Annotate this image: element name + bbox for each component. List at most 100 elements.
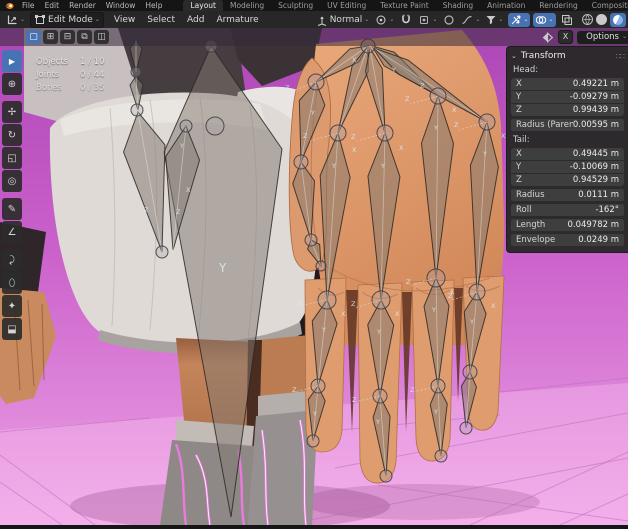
tab-uv-editing[interactable]: UV Editing: [320, 0, 373, 11]
tool-scale[interactable]: ◱: [2, 147, 22, 169]
snap-toggle[interactable]: [397, 13, 415, 27]
tab-rendering[interactable]: Rendering: [532, 0, 584, 11]
chevron-down-icon: ⌄: [20, 17, 25, 23]
mirror-icon[interactable]: [541, 31, 554, 44]
menu-render[interactable]: Render: [64, 0, 101, 11]
select-mode-intersect[interactable]: ◫: [94, 30, 109, 44]
gizmos-toggle[interactable]: ⌄: [508, 13, 530, 27]
svg-text:X: X: [399, 144, 404, 152]
svg-text:X: X: [352, 56, 357, 64]
select-mode-difference[interactable]: ⧉: [77, 30, 92, 44]
tab-texture-paint[interactable]: Texture Paint: [373, 0, 435, 11]
mode-label: Edit Mode: [48, 15, 93, 25]
tool-move[interactable]: ✢: [2, 101, 22, 123]
editor-type-selector[interactable]: ⌄: [3, 13, 28, 27]
tool-shelf: ▶ ⊕ ✢ ↻ ◱ ◎ ✎ ∠ ⤸ ⬯ ✦ ⬓: [2, 50, 22, 340]
menu-armature[interactable]: Armature: [210, 15, 264, 25]
svg-text:Y: Y: [375, 418, 380, 426]
tool-bone-roll[interactable]: ⤸: [2, 249, 22, 271]
head-x-field[interactable]: X0.49221 m: [511, 78, 624, 90]
blender-logo-icon: [4, 2, 14, 10]
tool-annotate[interactable]: ✎: [2, 198, 22, 220]
tool-cursor[interactable]: ⊕: [2, 73, 22, 95]
tail-section-label: Tail:: [513, 135, 624, 146]
tail-radius-field[interactable]: Radius0.0111 m: [511, 189, 624, 201]
scene-statistics: Objects1 / 10 Joints0 / 44 Bones0 / 35: [36, 56, 105, 95]
svg-text:Y: Y: [469, 318, 474, 326]
mirror-x-toggle[interactable]: X: [558, 30, 573, 44]
tool-bone-size[interactable]: ✦: [2, 295, 22, 317]
svg-text:Y: Y: [482, 150, 487, 158]
select-mode-subtract[interactable]: ⊟: [60, 30, 75, 44]
show-object-types-dropdown[interactable]: ⌄: [483, 13, 505, 27]
tool-rotate[interactable]: ↻: [2, 124, 22, 146]
magnet-icon: [400, 14, 412, 26]
proportional-circle-icon: [443, 14, 455, 26]
tab-modeling[interactable]: Modeling: [223, 0, 271, 11]
stat-bones-value: 0 / 35: [80, 82, 105, 95]
tab-compositing[interactable]: Compositing: [585, 0, 628, 11]
shading-mode-group: [582, 13, 628, 27]
tool-bone-envelope[interactable]: ⬯: [2, 272, 22, 294]
select-mode-extend[interactable]: ⊞: [43, 30, 58, 44]
svg-text:Z: Z: [292, 386, 297, 394]
svg-text:Z: Z: [176, 208, 181, 216]
proportional-falloff-dropdown[interactable]: ⌄: [458, 13, 483, 27]
tab-shading[interactable]: Shading: [436, 0, 480, 11]
tail-z-field[interactable]: Z0.94529 m: [511, 174, 624, 186]
panel-collapse-icon[interactable]: ⌄: [511, 53, 517, 59]
svg-text:Y: Y: [218, 261, 227, 275]
menu-select[interactable]: Select: [141, 15, 181, 25]
svg-text:X: X: [395, 310, 400, 318]
tool-measure[interactable]: ∠: [2, 221, 22, 243]
menu-edit[interactable]: Edit: [40, 0, 65, 11]
svg-text:X: X: [186, 186, 191, 194]
proportional-editing-toggle[interactable]: [440, 13, 458, 27]
roll-field[interactable]: Roll-162°: [511, 204, 624, 216]
svg-text:X: X: [352, 146, 357, 154]
snap-target-dropdown[interactable]: ⌄: [415, 13, 440, 27]
head-radius-field[interactable]: Radius (Parent0.00595 m: [511, 119, 624, 131]
options-button[interactable]: Options ⌄: [577, 31, 628, 44]
tool-select-box[interactable]: ▶: [2, 50, 22, 72]
transform-orientation-dropdown[interactable]: Normal ⌄: [313, 13, 373, 27]
tab-layout[interactable]: Layout: [183, 0, 223, 11]
tab-animation[interactable]: Animation: [480, 0, 532, 11]
pivot-point-dropdown[interactable]: ⌄: [372, 13, 397, 27]
panel-grip-icon[interactable]: ∷∷: [616, 52, 624, 61]
gizmo-icon: [510, 14, 522, 26]
panel-title: Transform: [521, 51, 566, 61]
menu-file[interactable]: File: [17, 0, 40, 11]
menu-add[interactable]: Add: [181, 15, 210, 25]
tab-sculpting[interactable]: Sculpting: [271, 0, 320, 11]
mode-selector[interactable]: Edit Mode ⌄: [30, 12, 104, 28]
tool-extrude[interactable]: ⬓: [2, 318, 22, 340]
svg-text:Y: Y: [433, 408, 438, 416]
svg-text:Y: Y: [431, 306, 436, 314]
chevron-down-icon: ⌄: [389, 17, 394, 23]
tail-x-field[interactable]: X0.49445 m: [511, 148, 624, 160]
falloff-curve-icon: [461, 14, 473, 26]
chevron-down-icon: ⌄: [548, 17, 553, 23]
menu-view[interactable]: View: [108, 15, 141, 25]
head-y-field[interactable]: Y-0.09279 m: [511, 91, 624, 103]
filter-funnel-icon: [485, 14, 497, 26]
chevron-down-icon: ⌄: [622, 34, 627, 40]
shading-wireframe-button[interactable]: [582, 14, 593, 25]
shading-solid-button[interactable]: [596, 14, 607, 25]
head-z-field[interactable]: Z0.99439 m: [511, 104, 624, 116]
length-field[interactable]: Length0.049782 m: [511, 219, 624, 231]
svg-text:Z: Z: [285, 84, 290, 92]
menu-window[interactable]: Window: [101, 0, 141, 11]
menu-help[interactable]: Help: [140, 0, 167, 11]
select-mode-new[interactable]: ▢: [26, 30, 41, 44]
shading-material-button[interactable]: [610, 13, 626, 27]
xray-toggle[interactable]: [559, 13, 575, 27]
tool-transform[interactable]: ◎: [2, 170, 22, 192]
edit-mode-icon: [34, 14, 46, 26]
overlays-icon: [535, 14, 547, 26]
tail-y-field[interactable]: Y-0.10069 m: [511, 161, 624, 173]
envelope-field[interactable]: Envelope0.0249 m: [511, 234, 624, 246]
svg-text:Z: Z: [303, 132, 308, 140]
overlays-toggle[interactable]: ⌄: [533, 13, 555, 27]
